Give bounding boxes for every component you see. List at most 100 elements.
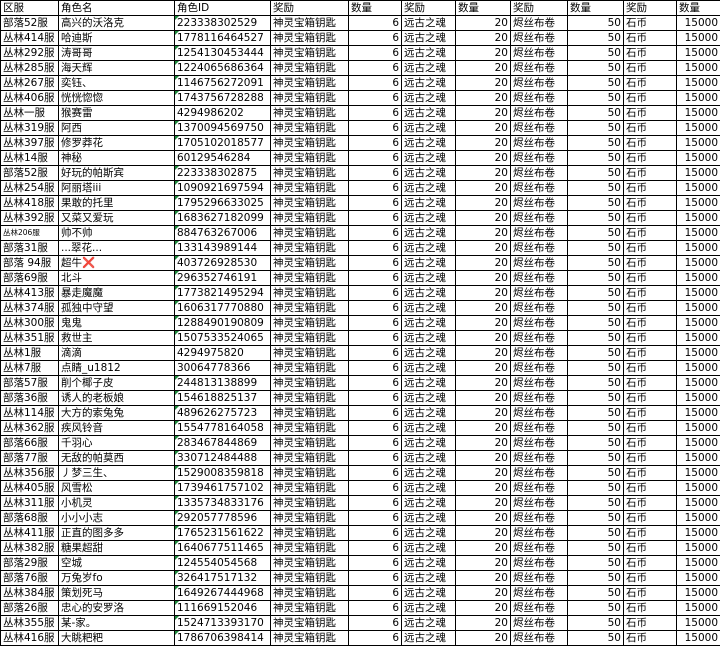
- quantity-cell[interactable]: 50: [568, 601, 624, 616]
- table-row[interactable]: 丛林416服大眺粑粑1786706398414神灵宝箱钥匙6远古之魂20烬丝布卷…: [1, 631, 720, 646]
- reward-cell[interactable]: 烬丝布卷: [511, 346, 568, 361]
- quantity-cell[interactable]: 15000: [677, 631, 720, 646]
- server-cell[interactable]: 部落36服: [1, 391, 59, 406]
- server-cell[interactable]: 丛林254服: [1, 181, 59, 196]
- reward-cell[interactable]: 神灵宝箱钥匙: [271, 241, 349, 256]
- quantity-cell[interactable]: 50: [568, 226, 624, 241]
- table-row[interactable]: 丛林285服海天辉1224065686364神灵宝箱钥匙6远古之魂20烬丝布卷5…: [1, 61, 720, 76]
- header-quantity[interactable]: 数量: [677, 1, 720, 16]
- server-cell[interactable]: 丛林267服: [1, 76, 59, 91]
- role-name-cell[interactable]: ...翠花...: [59, 241, 175, 256]
- quantity-cell[interactable]: 6: [349, 166, 402, 181]
- reward-cell[interactable]: 神灵宝箱钥匙: [271, 61, 349, 76]
- quantity-cell[interactable]: 15000: [677, 406, 720, 421]
- reward-cell[interactable]: 石币: [624, 421, 677, 436]
- quantity-cell[interactable]: 6: [349, 91, 402, 106]
- role-id-cell[interactable]: 223338302529: [175, 16, 271, 31]
- quantity-cell[interactable]: 20: [456, 376, 511, 391]
- quantity-cell[interactable]: 50: [568, 211, 624, 226]
- server-cell[interactable]: 丛林319服: [1, 121, 59, 136]
- server-cell[interactable]: 丛林374服: [1, 301, 59, 316]
- reward-cell[interactable]: 远古之魂: [402, 61, 456, 76]
- quantity-cell[interactable]: 20: [456, 391, 511, 406]
- role-name-cell[interactable]: 神秘: [59, 151, 175, 166]
- reward-cell[interactable]: 烬丝布卷: [511, 601, 568, 616]
- reward-cell[interactable]: 神灵宝箱钥匙: [271, 271, 349, 286]
- quantity-cell[interactable]: 6: [349, 601, 402, 616]
- table-row[interactable]: 丛林355服某-家。1524713393170神灵宝箱钥匙6远古之魂20烬丝布卷…: [1, 616, 720, 631]
- quantity-cell[interactable]: 20: [456, 601, 511, 616]
- quantity-cell[interactable]: 50: [568, 241, 624, 256]
- reward-cell[interactable]: 远古之魂: [402, 571, 456, 586]
- reward-cell[interactable]: 石币: [624, 106, 677, 121]
- reward-cell[interactable]: 神灵宝箱钥匙: [271, 331, 349, 346]
- role-name-cell[interactable]: 哈迪斯: [59, 31, 175, 46]
- table-row[interactable]: 丛林267服奕钰、1146756272091神灵宝箱钥匙6远古之魂20烬丝布卷5…: [1, 76, 720, 91]
- role-name-cell[interactable]: 空城: [59, 556, 175, 571]
- reward-cell[interactable]: 石币: [624, 256, 677, 271]
- reward-cell[interactable]: 神灵宝箱钥匙: [271, 301, 349, 316]
- reward-cell[interactable]: 烬丝布卷: [511, 181, 568, 196]
- role-id-cell[interactable]: 1606317770880: [175, 301, 271, 316]
- quantity-cell[interactable]: 50: [568, 406, 624, 421]
- reward-cell[interactable]: 烬丝布卷: [511, 211, 568, 226]
- quantity-cell[interactable]: 15000: [677, 466, 720, 481]
- quantity-cell[interactable]: 15000: [677, 181, 720, 196]
- reward-cell[interactable]: 烬丝布卷: [511, 571, 568, 586]
- quantity-cell[interactable]: 20: [456, 526, 511, 541]
- quantity-cell[interactable]: 20: [456, 496, 511, 511]
- quantity-cell[interactable]: 15000: [677, 121, 720, 136]
- role-id-cell[interactable]: 30064778366: [175, 361, 271, 376]
- quantity-cell[interactable]: 50: [568, 391, 624, 406]
- role-name-cell[interactable]: 大方的索兔兔: [59, 406, 175, 421]
- reward-cell[interactable]: 烬丝布卷: [511, 541, 568, 556]
- reward-cell[interactable]: 烬丝布卷: [511, 466, 568, 481]
- quantity-cell[interactable]: 15000: [677, 496, 720, 511]
- role-name-cell[interactable]: 恍恍惚惚: [59, 91, 175, 106]
- reward-cell[interactable]: 神灵宝箱钥匙: [271, 46, 349, 61]
- reward-cell[interactable]: 远古之魂: [402, 406, 456, 421]
- reward-cell[interactable]: 远古之魂: [402, 166, 456, 181]
- server-cell[interactable]: 部落31服: [1, 241, 59, 256]
- reward-cell[interactable]: 石币: [624, 61, 677, 76]
- role-id-cell[interactable]: 154618825137: [175, 391, 271, 406]
- quantity-cell[interactable]: 20: [456, 361, 511, 376]
- reward-cell[interactable]: 神灵宝箱钥匙: [271, 76, 349, 91]
- role-name-cell[interactable]: 忠心的安罗洛: [59, 601, 175, 616]
- quantity-cell[interactable]: 20: [456, 616, 511, 631]
- reward-cell[interactable]: 烬丝布卷: [511, 106, 568, 121]
- quantity-cell[interactable]: 15000: [677, 46, 720, 61]
- quantity-cell[interactable]: 15000: [677, 286, 720, 301]
- role-id-cell[interactable]: 1773821495294: [175, 286, 271, 301]
- role-id-cell[interactable]: 1335734833176: [175, 496, 271, 511]
- reward-cell[interactable]: 烬丝布卷: [511, 526, 568, 541]
- role-id-cell[interactable]: 326417517132: [175, 571, 271, 586]
- reward-cell[interactable]: 远古之魂: [402, 346, 456, 361]
- role-name-cell[interactable]: 糖果超甜: [59, 541, 175, 556]
- role-id-cell[interactable]: 133143989144: [175, 241, 271, 256]
- reward-cell[interactable]: 神灵宝箱钥匙: [271, 541, 349, 556]
- reward-cell[interactable]: 神灵宝箱钥匙: [271, 361, 349, 376]
- reward-cell[interactable]: 烬丝布卷: [511, 616, 568, 631]
- reward-cell[interactable]: 远古之魂: [402, 316, 456, 331]
- server-cell[interactable]: 丛林14服: [1, 151, 59, 166]
- role-name-cell[interactable]: 丿梦三生、: [59, 466, 175, 481]
- table-row[interactable]: 部落68服小小小志292057778596神灵宝箱钥匙6远古之魂20烬丝布卷50…: [1, 511, 720, 526]
- role-id-cell[interactable]: 1090921697594: [175, 181, 271, 196]
- role-name-cell[interactable]: 超牛❌: [59, 256, 175, 271]
- role-name-cell[interactable]: 阿西: [59, 121, 175, 136]
- quantity-cell[interactable]: 20: [456, 436, 511, 451]
- reward-cell[interactable]: 远古之魂: [402, 151, 456, 166]
- quantity-cell[interactable]: 20: [456, 91, 511, 106]
- quantity-cell[interactable]: 20: [456, 346, 511, 361]
- quantity-cell[interactable]: 50: [568, 541, 624, 556]
- reward-cell[interactable]: 烬丝布卷: [511, 256, 568, 271]
- quantity-cell[interactable]: 6: [349, 616, 402, 631]
- table-row[interactable]: 部落66服千羽心283467844869神灵宝箱钥匙6远古之魂20烬丝布卷50石…: [1, 436, 720, 451]
- quantity-cell[interactable]: 20: [456, 31, 511, 46]
- quantity-cell[interactable]: 50: [568, 316, 624, 331]
- reward-cell[interactable]: 远古之魂: [402, 16, 456, 31]
- reward-cell[interactable]: 烬丝布卷: [511, 301, 568, 316]
- reward-cell[interactable]: 烬丝布卷: [511, 376, 568, 391]
- quantity-cell[interactable]: 20: [456, 301, 511, 316]
